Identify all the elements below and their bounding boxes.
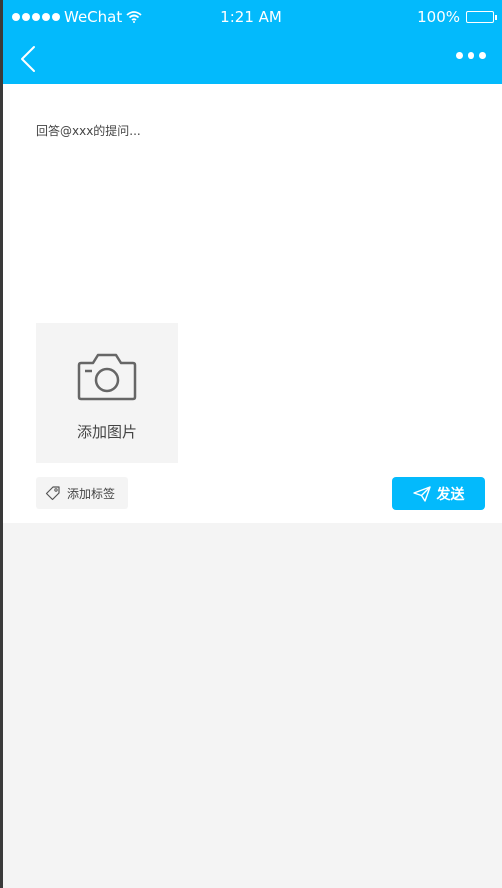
battery-icon <box>466 11 497 23</box>
screen: WeChat 1:21 AM 100% 回答@xxx的提问... 添加图片 添加… <box>0 0 502 888</box>
compose-panel: 添加图片 添加标签 发送 <box>0 84 502 523</box>
answer-input[interactable] <box>36 122 466 282</box>
battery-percent: 100% <box>417 8 460 26</box>
send-label: 发送 <box>436 486 465 503</box>
send-icon <box>412 485 431 502</box>
more-button[interactable] <box>456 50 487 60</box>
more-horizontal-icon <box>456 51 463 59</box>
status-right: 100% <box>417 8 497 26</box>
back-button[interactable] <box>18 44 42 74</box>
camera-icon <box>77 353 137 401</box>
add-tag-label: 添加标签 <box>67 486 116 501</box>
top-bar: WeChat 1:21 AM 100% <box>0 0 502 84</box>
tag-icon <box>45 486 60 501</box>
add-image-label: 添加图片 <box>76 423 137 441</box>
add-tag-button[interactable]: 添加标签 <box>36 477 128 509</box>
chevron-left-icon <box>21 46 35 72</box>
add-image-button[interactable]: 添加图片 <box>36 323 178 463</box>
status-bar: WeChat 1:21 AM 100% <box>0 0 502 34</box>
send-button[interactable]: 发送 <box>392 477 485 510</box>
left-edge <box>0 0 3 888</box>
